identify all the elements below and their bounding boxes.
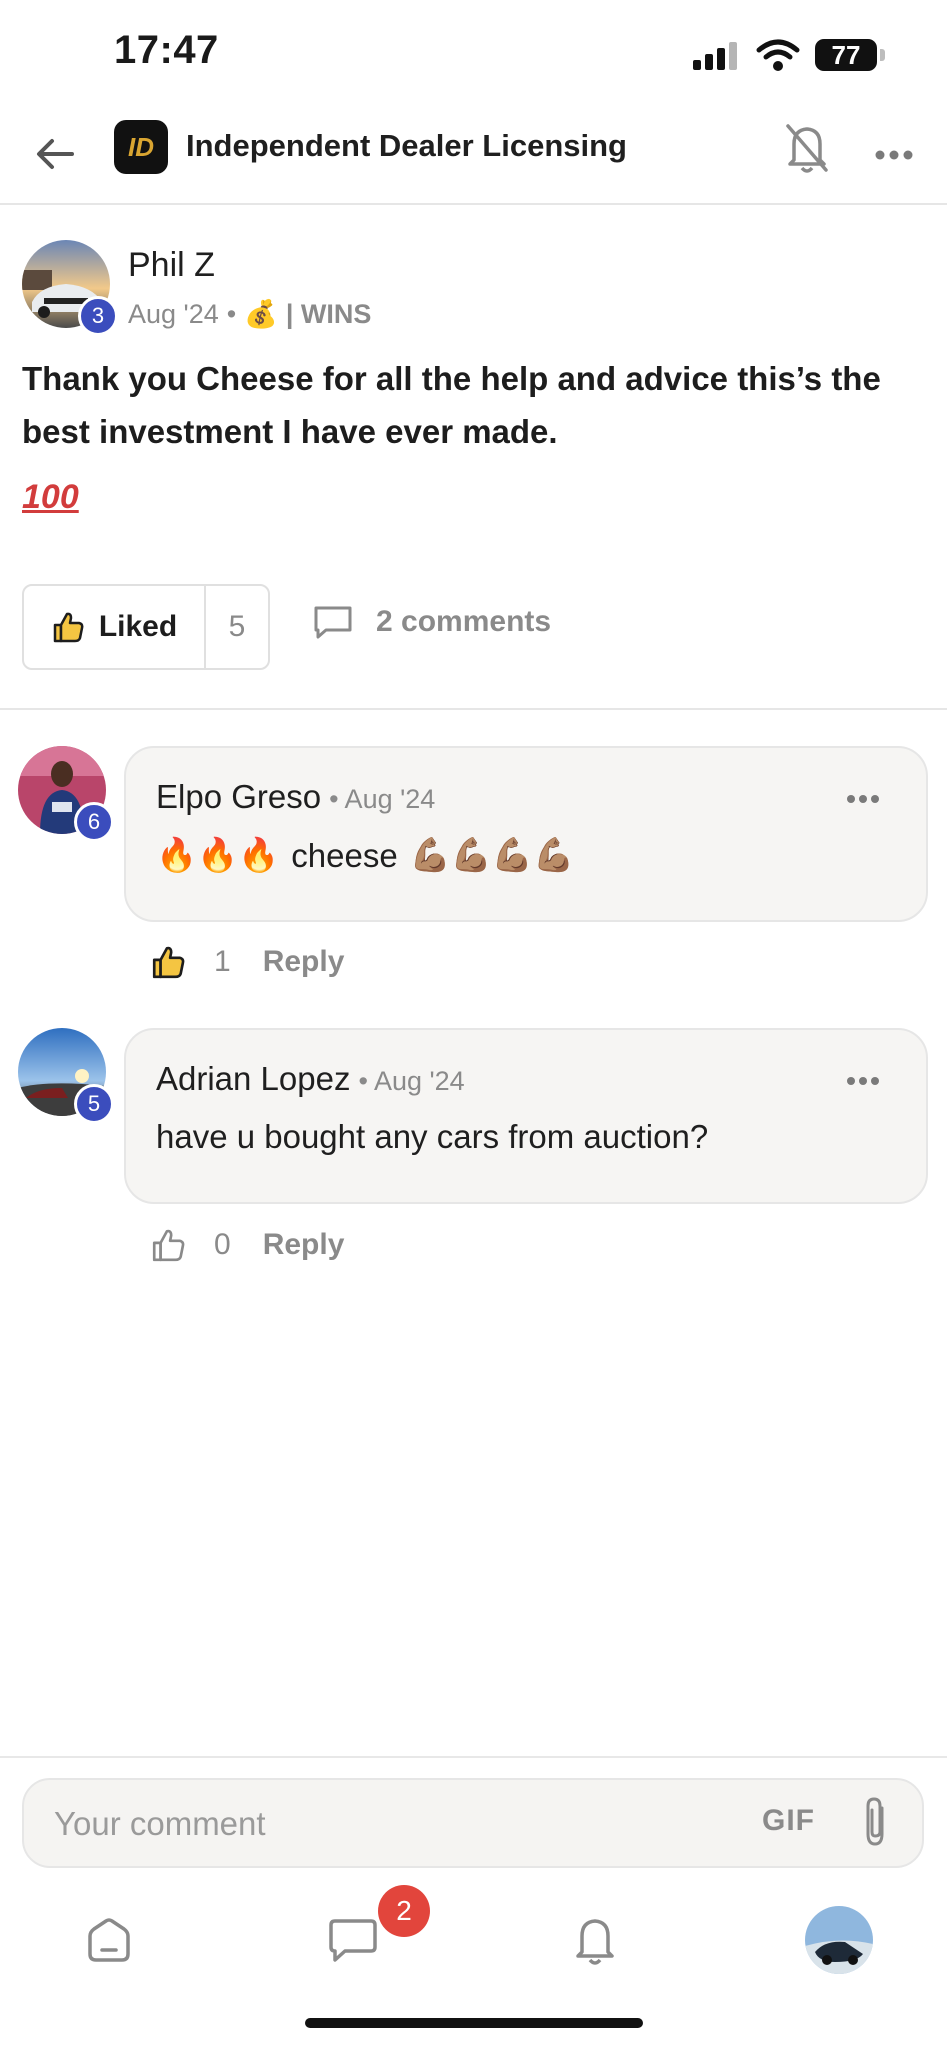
more-icon bbox=[847, 1077, 879, 1085]
post-category[interactable]: | WINS bbox=[286, 299, 372, 330]
comment-author-name[interactable]: Elpo Greso bbox=[156, 778, 321, 816]
like-button[interactable]: Liked bbox=[24, 586, 206, 668]
flexed-biceps-emojis: 💪🏽💪🏽💪🏽💪🏽 bbox=[409, 836, 575, 873]
comment-header: Adrian Lopez • Aug '24 bbox=[156, 1060, 465, 1098]
comment-author-level-badge: 6 bbox=[74, 802, 114, 842]
comment-header: Elpo Greso • Aug '24 bbox=[156, 778, 435, 816]
profile-photo-icon bbox=[805, 1906, 873, 1974]
group-logo[interactable]: ID bbox=[114, 120, 168, 174]
header-divider bbox=[0, 203, 947, 205]
thumbs-up-outline-icon bbox=[152, 1229, 185, 1262]
tab-home[interactable] bbox=[74, 1906, 144, 1976]
post-divider bbox=[0, 708, 947, 710]
comment-more-button[interactable] bbox=[846, 778, 880, 812]
back-button[interactable] bbox=[30, 124, 80, 184]
group-name[interactable]: Independent Dealer Licensing bbox=[186, 128, 627, 164]
more-options-button[interactable] bbox=[870, 130, 918, 170]
comment-more-button[interactable] bbox=[846, 1060, 880, 1094]
like-count[interactable]: 5 bbox=[206, 586, 268, 668]
more-icon bbox=[875, 150, 913, 160]
wifi-icon bbox=[756, 39, 800, 71]
comment-actions: 0 Reply bbox=[150, 1227, 344, 1263]
like-label: Liked bbox=[98, 610, 178, 643]
level-number: 3 bbox=[91, 303, 105, 328]
messages-unread-badge: 2 bbox=[378, 1885, 430, 1937]
comments-link[interactable]: 2 comments bbox=[312, 604, 551, 640]
like-control: Liked 5 bbox=[22, 584, 270, 670]
comment-text-body: cheese bbox=[291, 836, 398, 874]
paperclip-icon bbox=[866, 1797, 884, 1846]
thumbs-up-filled-icon bbox=[152, 946, 185, 979]
gif-button[interactable]: GIF bbox=[762, 1804, 815, 1838]
mute-notifications-button[interactable] bbox=[782, 120, 832, 176]
reply-button[interactable]: Reply bbox=[263, 945, 345, 979]
home-indicator bbox=[305, 2018, 643, 2028]
tab-profile[interactable] bbox=[805, 1906, 873, 1974]
fire-emojis: 🔥🔥🔥 bbox=[156, 836, 280, 873]
attach-button[interactable] bbox=[858, 1794, 898, 1854]
comment-like-button[interactable] bbox=[150, 1227, 186, 1263]
logo-text: ID bbox=[128, 131, 154, 162]
comment-input[interactable] bbox=[52, 1798, 736, 1850]
comment-actions: 1 Reply bbox=[150, 944, 344, 980]
comment-text: have u bought any cars from auction? bbox=[156, 1118, 709, 1155]
tab-messages[interactable] bbox=[318, 1906, 388, 1976]
level-number: 5 bbox=[87, 1091, 101, 1116]
post-meta: Aug '24 • 💰 | WINS bbox=[128, 298, 371, 330]
post-author-level-badge: 3 bbox=[78, 296, 118, 336]
comment-composer: GIF bbox=[22, 1778, 924, 1868]
status-time: 17:47 bbox=[114, 28, 219, 72]
post-date: Aug '24 bbox=[128, 298, 219, 329]
group-header: ID Independent Dealer Licensing bbox=[0, 110, 947, 202]
comment-like-count[interactable]: 0 bbox=[214, 1228, 231, 1262]
more-icon bbox=[847, 795, 879, 803]
level-number: 6 bbox=[87, 809, 101, 834]
reply-button[interactable]: Reply bbox=[263, 1228, 345, 1262]
comment-like-button[interactable] bbox=[150, 944, 186, 980]
comments-count-label: 2 comments bbox=[376, 605, 552, 638]
comment-bubble: Adrian Lopez • Aug '24 have u bought any… bbox=[124, 1028, 928, 1204]
comment-author-level-badge: 5 bbox=[74, 1084, 114, 1124]
bell-off-icon bbox=[786, 124, 828, 173]
tab-notifications[interactable] bbox=[560, 1906, 630, 1976]
battery-indicator: 77 bbox=[815, 39, 885, 71]
comment-date: • Aug '24 bbox=[358, 1066, 465, 1096]
home-icon bbox=[88, 1918, 130, 1962]
bell-icon bbox=[576, 1919, 614, 1965]
post-author-name[interactable]: Phil Z bbox=[128, 246, 215, 285]
comment-bubble: Elpo Greso • Aug '24 🔥🔥🔥 cheese 💪🏽💪🏽💪🏽💪🏽 bbox=[124, 746, 928, 922]
hundred-points-emoji: 100 bbox=[22, 478, 79, 516]
comment-like-count[interactable]: 1 bbox=[214, 945, 231, 979]
category-emoji: 💰 bbox=[244, 299, 278, 329]
composer-divider bbox=[0, 1756, 947, 1758]
post-body: Thank you Cheese for all the help and ad… bbox=[22, 360, 881, 450]
comment-author-name[interactable]: Adrian Lopez bbox=[156, 1060, 350, 1098]
comment-text: 🔥🔥🔥 cheese 💪🏽💪🏽💪🏽💪🏽 bbox=[156, 836, 574, 875]
chat-icon bbox=[329, 1919, 377, 1962]
comment-date: • Aug '24 bbox=[329, 784, 436, 814]
thumbs-up-filled-icon bbox=[53, 612, 84, 643]
meta-separator: • bbox=[226, 298, 237, 329]
comment-icon bbox=[314, 606, 352, 639]
signal-icon bbox=[693, 42, 737, 70]
status-icons: 77 bbox=[691, 38, 885, 72]
battery-level: 77 bbox=[831, 39, 861, 70]
back-arrow-icon bbox=[37, 139, 74, 169]
